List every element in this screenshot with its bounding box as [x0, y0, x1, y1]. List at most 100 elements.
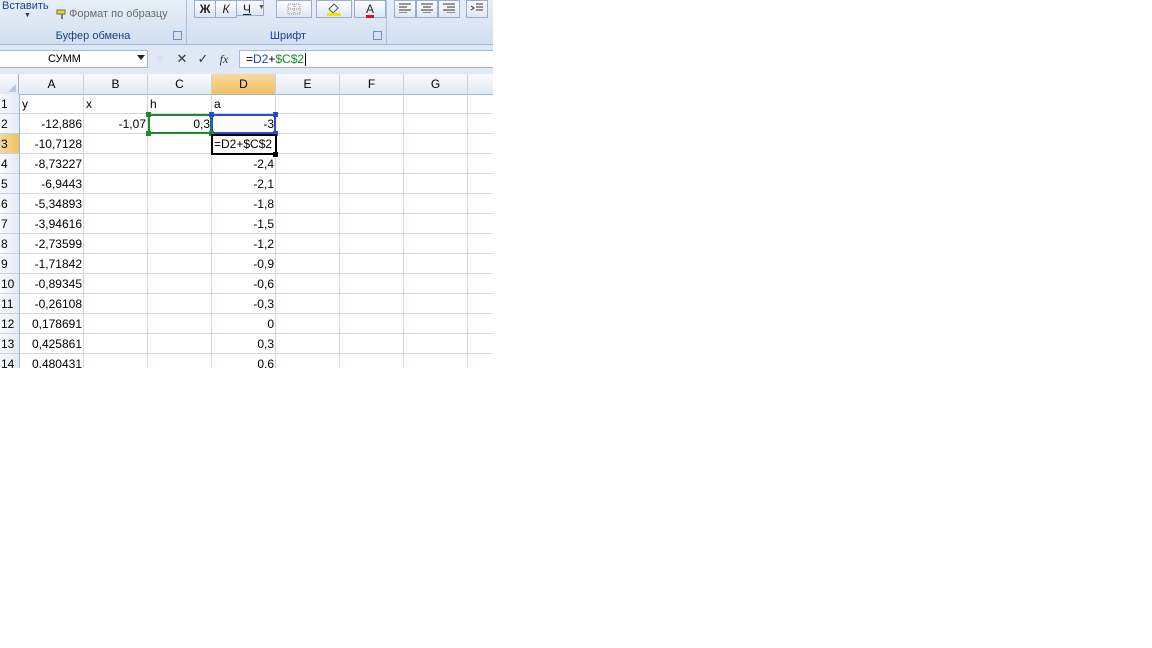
gridline-vertical	[403, 94, 404, 368]
row-header-11[interactable]: 11	[0, 294, 19, 314]
cell-d9[interactable]: -0,9	[212, 254, 276, 274]
grip-icon[interactable]: ◌	[152, 51, 168, 67]
column-header-a[interactable]: A	[20, 74, 84, 94]
paste-button[interactable]: Вставить	[2, 0, 49, 12]
row-header-7[interactable]: 7	[0, 214, 19, 234]
underline-label: Ч	[243, 2, 251, 16]
cell-a4[interactable]: -8,73227	[20, 154, 84, 174]
editing-cell-d3[interactable]: =D2+$C$2	[211, 134, 277, 155]
cell-d6[interactable]: -1,8	[212, 194, 276, 214]
column-header-f[interactable]: F	[340, 74, 404, 94]
select-all-button[interactable]	[0, 74, 19, 94]
cell-a3[interactable]: -10,7128	[20, 134, 84, 154]
cell-a1[interactable]: y	[20, 94, 84, 114]
italic-button[interactable]: К	[215, 0, 237, 18]
formula-buttons: ◌ ✕ ✓ fx	[152, 50, 238, 68]
fill-color-button[interactable]	[316, 0, 352, 18]
align-left-button[interactable]	[394, 0, 416, 18]
name-box-value: СУММ	[48, 53, 81, 65]
cell-a13[interactable]: 0,425861	[20, 334, 84, 354]
cancel-button[interactable]: ✕	[174, 51, 190, 67]
reference-highlight-c2	[148, 114, 212, 134]
font-color-icon: А	[365, 2, 374, 18]
name-box[interactable]: СУММ	[0, 50, 148, 68]
row-header-13[interactable]: 13	[0, 334, 19, 354]
cell-a5[interactable]: -6,9443	[20, 174, 84, 194]
cell-a10[interactable]: -0,89345	[20, 274, 84, 294]
row-header-1[interactable]: 1	[0, 94, 19, 114]
formula-input[interactable]: =D2+$C$2	[239, 50, 493, 68]
excel-window: Вставить ▼ Формат по образцу Буфер обмен…	[0, 0, 493, 368]
cell-a2[interactable]: -12,886	[20, 114, 84, 134]
column-header-d[interactable]: D	[212, 74, 276, 94]
column-headers: ABCDEFG	[0, 74, 493, 95]
cell-d13[interactable]: 0,3	[212, 334, 276, 354]
insert-function-button[interactable]: fx	[216, 51, 232, 67]
reference-highlight-d2	[211, 114, 276, 134]
formula-text: =D2+$C$2	[246, 52, 307, 67]
cell-d14[interactable]: 0,6	[212, 354, 276, 368]
borders-button[interactable]	[276, 0, 312, 18]
font-color-button[interactable]: А	[354, 0, 386, 18]
cell-a14[interactable]: 0,480431	[20, 354, 84, 368]
cell-a11[interactable]: -0,26108	[20, 294, 84, 314]
cell-a12[interactable]: 0,178691	[20, 314, 84, 334]
align-right-button[interactable]	[438, 0, 460, 18]
bold-button[interactable]: Ж	[194, 0, 216, 18]
cell-b1[interactable]: x	[84, 94, 148, 114]
font-launcher-icon[interactable]	[373, 31, 382, 40]
row-header-9[interactable]: 9	[0, 254, 19, 274]
formula-ref-c2: $C$2	[275, 52, 305, 66]
row-header-5[interactable]: 5	[0, 174, 19, 194]
cell-area[interactable]: y x h a -1,07 0,3 -3 =D2+$C$2 -12,886 -10…	[20, 94, 493, 368]
ref-handle-c2-tl[interactable]	[146, 112, 151, 117]
name-box-dropdown-icon[interactable]	[137, 55, 145, 60]
column-header-g[interactable]: G	[404, 74, 468, 94]
gridline-vertical	[467, 94, 468, 368]
cell-d5[interactable]: -2,1	[212, 174, 276, 194]
ref-handle-c2-bl[interactable]	[146, 131, 151, 136]
align-left-icon	[399, 3, 411, 14]
gridline-vertical	[339, 94, 340, 368]
cell-d10[interactable]: -0,6	[212, 274, 276, 294]
cell-b2[interactable]: -1,07	[84, 114, 148, 134]
indent-icon	[470, 3, 483, 11]
row-header-2[interactable]: 2	[0, 114, 19, 134]
formula-prefix: =	[246, 52, 254, 66]
borders-icon	[287, 3, 301, 15]
cell-d1[interactable]: a	[212, 94, 276, 114]
cell-a6[interactable]: -5,34893	[20, 194, 84, 214]
align-center-button[interactable]	[416, 0, 438, 18]
format-painter-label: Формат по образцу	[69, 8, 168, 20]
row-header-14[interactable]: 14	[0, 354, 19, 368]
ref-handle-d2-tr[interactable]	[273, 112, 278, 117]
cell-a9[interactable]: -1,71842	[20, 254, 84, 274]
cell-d12[interactable]: 0	[212, 314, 276, 334]
formula-bar: СУММ ◌ ✕ ✓ fx =D2+$C$2	[0, 45, 493, 75]
column-header-e[interactable]: E	[276, 74, 340, 94]
indent-button[interactable]	[466, 0, 488, 18]
cell-a8[interactable]: -2,73599	[20, 234, 84, 254]
cell-a7[interactable]: -3,94616	[20, 214, 84, 234]
font-group-title: Шрифт	[269, 30, 307, 42]
format-painter-button[interactable]: Формат по образцу	[56, 8, 168, 20]
ribbon: Вставить ▼ Формат по образцу Буфер обмен…	[0, 0, 493, 45]
cell-d4[interactable]: -2,4	[212, 154, 276, 174]
row-header-3[interactable]: 3	[0, 134, 19, 154]
clipboard-launcher-icon[interactable]	[173, 31, 182, 40]
cell-c1[interactable]: h	[148, 94, 212, 114]
cell-d7[interactable]: -1,5	[212, 214, 276, 234]
cell-d8[interactable]: -1,2	[212, 234, 276, 254]
ref-handle-d2-tl[interactable]	[209, 112, 214, 117]
row-header-8[interactable]: 8	[0, 234, 19, 254]
row-header-12[interactable]: 12	[0, 314, 19, 334]
column-header-b[interactable]: B	[84, 74, 148, 94]
underline-dropdown-icon[interactable]: ▼	[258, 4, 265, 11]
paste-dropdown-icon[interactable]: ▼	[24, 12, 31, 19]
cell-d11[interactable]: -0,3	[212, 294, 276, 314]
row-header-4[interactable]: 4	[0, 154, 19, 174]
row-header-10[interactable]: 10	[0, 274, 19, 294]
enter-button[interactable]: ✓	[195, 51, 211, 67]
row-header-6[interactable]: 6	[0, 194, 19, 214]
column-header-c[interactable]: C	[148, 74, 212, 94]
